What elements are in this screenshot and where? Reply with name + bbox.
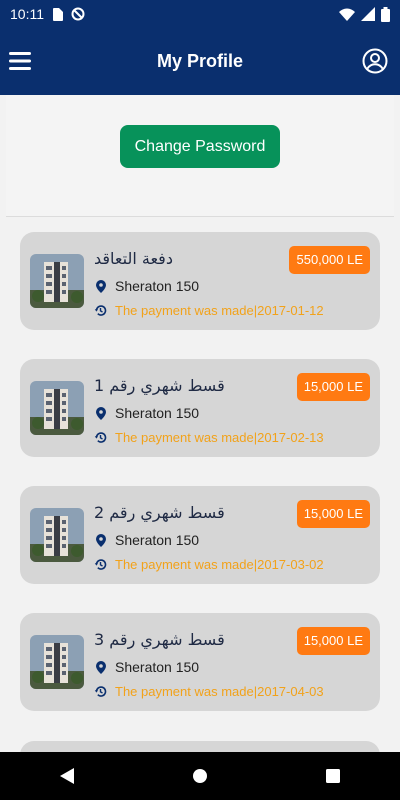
- payment-card[interactable]: دفعة التعاقد 550,000 LE Sheraton 150 The…: [20, 232, 380, 330]
- payment-location: Sheraton 150: [115, 405, 200, 421]
- map-pin-icon: [94, 533, 107, 547]
- payment-status: The payment was made|2017-03-02: [115, 557, 324, 572]
- building-thumbnail: [30, 635, 84, 689]
- status-bar: 10:11: [0, 0, 400, 28]
- payment-location: Sheraton 150: [115, 278, 200, 294]
- system-nav-bar: [0, 752, 400, 800]
- home-icon[interactable]: [180, 756, 220, 796]
- status-row: The payment was made|2017-04-03: [94, 684, 324, 699]
- payment-amount-badge: 15,000 LE: [296, 500, 370, 528]
- status-time: 10:11: [10, 6, 44, 22]
- building-thumbnail: [30, 508, 84, 562]
- payment-amount-badge: 550,000 LE: [289, 246, 370, 274]
- history-icon: [94, 431, 107, 444]
- payment-amount-badge: 15,000 LE: [296, 627, 370, 655]
- payment-title: قسط شهري رقم 1: [94, 376, 225, 395]
- payment-location: Sheraton 150: [115, 532, 200, 548]
- payment-location: Sheraton 150: [115, 659, 200, 675]
- status-row: The payment was made|2017-01-12: [94, 303, 324, 318]
- change-password-button[interactable]: Change Password: [120, 125, 280, 168]
- building-thumbnail: [30, 381, 84, 435]
- map-pin-icon: [94, 406, 107, 420]
- app-bar: My Profile: [0, 28, 400, 95]
- location-row: Sheraton 150: [94, 532, 199, 548]
- hamburger-menu-icon[interactable]: [8, 49, 32, 73]
- map-pin-icon: [94, 279, 107, 293]
- payment-card[interactable]: قسط شهري رقم 3 15,000 LE Sheraton 150 Th…: [20, 613, 380, 711]
- wifi-icon: [339, 8, 355, 21]
- sim-card-icon: [52, 7, 63, 21]
- payment-title: قسط شهري رقم 3: [94, 630, 225, 649]
- map-pin-icon: [94, 660, 107, 674]
- location-row: Sheraton 150: [94, 278, 199, 294]
- back-icon[interactable]: [47, 756, 87, 796]
- payments-list: دفعة التعاقد 550,000 LE Sheraton 150 The…: [20, 232, 380, 740]
- battery-icon: [381, 6, 390, 22]
- signal-icon: [361, 7, 375, 21]
- location-row: Sheraton 150: [94, 405, 199, 421]
- status-row: The payment was made|2017-03-02: [94, 557, 324, 572]
- history-icon: [94, 304, 107, 317]
- payment-status: The payment was made|2017-04-03: [115, 684, 324, 699]
- history-icon: [94, 558, 107, 571]
- data-saver-icon: [71, 7, 85, 21]
- payment-status: The payment was made|2017-01-12: [115, 303, 324, 318]
- payment-title: قسط شهري رقم 2: [94, 503, 225, 522]
- payment-card[interactable]: قسط شهري رقم 1 15,000 LE Sheraton 150 Th…: [20, 359, 380, 457]
- location-row: Sheraton 150: [94, 659, 199, 675]
- payment-amount-badge: 15,000 LE: [296, 373, 370, 401]
- payment-card[interactable]: قسط شهري رقم 2 15,000 LE Sheraton 150 Th…: [20, 486, 380, 584]
- building-thumbnail: [30, 254, 84, 308]
- account-circle-icon[interactable]: [362, 48, 388, 74]
- payment-status: The payment was made|2017-02-13: [115, 430, 324, 445]
- payment-title: دفعة التعاقد: [94, 249, 173, 268]
- recent-apps-icon[interactable]: [313, 756, 353, 796]
- status-row: The payment was made|2017-02-13: [94, 430, 324, 445]
- profile-actions-panel: Change Password: [6, 95, 394, 217]
- history-icon: [94, 685, 107, 698]
- page-title: My Profile: [156, 51, 244, 71]
